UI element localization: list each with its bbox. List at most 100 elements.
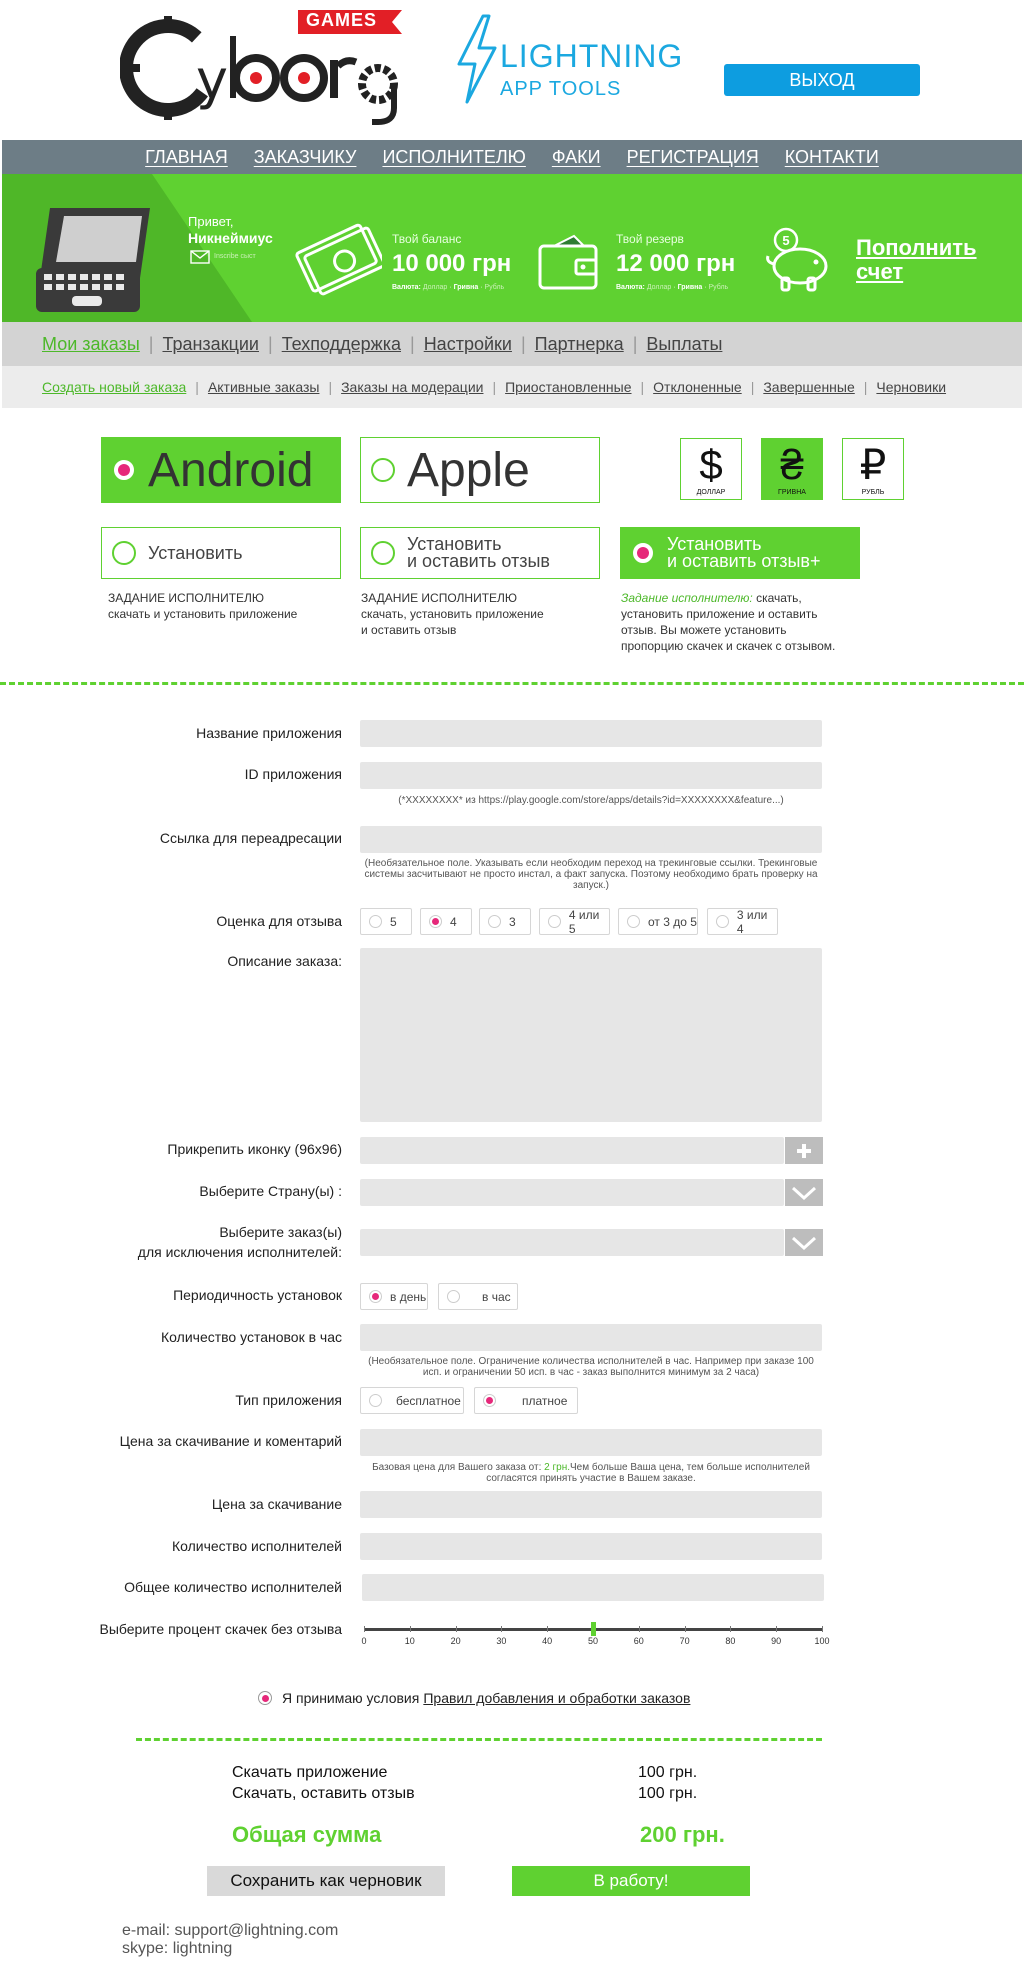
piggy-bank-icon: 5 xyxy=(766,227,828,292)
exclude-orders-dropdown-button[interactable] xyxy=(785,1229,823,1256)
subnav-active-orders[interactable]: Активные заказы xyxy=(208,379,320,395)
platform-android-option[interactable]: Android xyxy=(101,437,341,503)
submit-order-button[interactable]: В работу! xyxy=(512,1866,750,1896)
slider-tick-label: 40 xyxy=(542,1636,553,1646)
add-icon-button[interactable] xyxy=(785,1137,823,1164)
task-install-description: ЗАДАНИЕ ИСПОЛНИТЕЛЮ скачать и установить … xyxy=(108,591,298,621)
nav-item-faq[interactable]: ФАКИ xyxy=(552,147,601,168)
platform-apple-radio[interactable] xyxy=(371,458,395,482)
slider-tick-label: 100 xyxy=(814,1636,830,1646)
app-type-label: Тип приложения xyxy=(235,1392,342,1408)
country-dropdown-button[interactable] xyxy=(785,1179,823,1206)
nav-item-executor[interactable]: ИСПОЛНИТЕЛЮ xyxy=(382,147,525,168)
wallet-icon xyxy=(538,234,598,290)
slider-tick-label: 10 xyxy=(404,1636,415,1646)
subnav-completed[interactable]: Завершенные xyxy=(763,379,854,395)
nav-item-customer[interactable]: ЗАКАЗЧИКУ xyxy=(254,147,357,168)
nickname[interactable]: Никнеймиус xyxy=(188,230,273,246)
currency-dollar-option[interactable]: $ ДОЛЛАР xyxy=(680,438,742,500)
app-name-input[interactable] xyxy=(360,720,822,747)
rating-option-3[interactable]: 3 xyxy=(479,908,531,935)
app-name-label: Название приложения xyxy=(196,725,342,741)
chevron-down-icon xyxy=(791,1236,817,1250)
terms-text: Я принимаю условия xyxy=(282,1690,420,1706)
footer-skype[interactable]: skype: lightning xyxy=(122,1940,232,1958)
nav-item-registration[interactable]: РЕГИСТРАЦИЯ xyxy=(627,147,759,168)
subnav-settings[interactable]: Настройки xyxy=(424,334,512,355)
country-select[interactable] xyxy=(360,1179,784,1206)
executors-input[interactable] xyxy=(360,1533,822,1560)
subnav-support[interactable]: Техподдержка xyxy=(282,334,401,355)
svg-text:y: y xyxy=(196,48,228,111)
terms-link[interactable]: Правил добавления и обработки заказов xyxy=(423,1690,690,1706)
currency-hryvnia-option[interactable]: ₴ ГРИВНА xyxy=(761,438,823,500)
app-type-free-option[interactable]: бесплатное xyxy=(360,1387,464,1414)
currency-ruble-label: РУБЛЬ xyxy=(861,488,885,496)
rating-option-3-or-4[interactable]: 3 или 4 xyxy=(707,908,778,936)
app-type-paid-option[interactable]: платное xyxy=(474,1387,578,1414)
per-hour-input[interactable] xyxy=(360,1324,822,1351)
periodicity-per-hour-option[interactable]: в час xyxy=(438,1283,518,1310)
mail-icon[interactable] xyxy=(190,250,210,264)
platform-android-radio[interactable] xyxy=(112,458,136,482)
exclude-orders-select[interactable] xyxy=(360,1229,784,1256)
per-hour-note: (Необязательное поле. Ограничение количе… xyxy=(368,1356,814,1378)
laptop-icon xyxy=(36,208,150,312)
currency-ruble-option[interactable]: ₽ РУБЛЬ xyxy=(842,438,904,500)
redirect-note: (Необязательное поле. Указывать если нео… xyxy=(364,858,818,891)
subnav-my-orders[interactable]: Мои заказы xyxy=(42,334,140,355)
price-comment-label: Цена за скачивание и коментарий xyxy=(119,1433,342,1449)
slider-tick-mark xyxy=(364,1626,365,1632)
price-download-input[interactable] xyxy=(360,1491,822,1518)
task-install-review-plus-radio[interactable] xyxy=(631,541,655,565)
nav-item-contacts[interactable]: КОНТАКТИ xyxy=(785,147,879,168)
terms-radio[interactable] xyxy=(258,1691,272,1705)
icon-upload-input[interactable] xyxy=(360,1137,784,1164)
total-executors-input[interactable] xyxy=(362,1574,824,1601)
slider-tick-mark xyxy=(501,1626,503,1632)
task-install-review-option[interactable]: Установить и оставить отзыв xyxy=(360,527,600,579)
task-install-option[interactable]: Установить xyxy=(101,527,341,579)
subnav-paused[interactable]: Приостановленные xyxy=(505,379,631,395)
main-nav: ГЛАВНАЯ ЗАКАЗЧИКУ ИСПОЛНИТЕЛЮ ФАКИ РЕГИС… xyxy=(2,140,1022,174)
greeting-text: Привет, xyxy=(188,214,234,229)
subnav-moderation-orders[interactable]: Заказы на модерации xyxy=(341,379,483,395)
subnav-rejected[interactable]: Отклоненные xyxy=(653,379,742,395)
percent-slider-thumb[interactable] xyxy=(591,1622,596,1636)
nav-item-home[interactable]: ГЛАВНАЯ xyxy=(145,147,228,168)
rating-option-4-or-5[interactable]: 4 или 5 xyxy=(539,908,610,936)
task-install-radio[interactable] xyxy=(112,541,136,565)
subnav-transactions[interactable]: Транзакции xyxy=(162,334,259,355)
footer-email[interactable]: e-mail: support@lightning.com xyxy=(122,1922,338,1940)
currency-hryvnia-label: ГРИВНА xyxy=(778,488,806,496)
platform-apple-label: Apple xyxy=(407,443,530,497)
summary-download-value: 100 грн. xyxy=(638,1764,698,1781)
lightning-title: LIGHTNING xyxy=(500,38,684,74)
description-textarea[interactable] xyxy=(360,948,822,1122)
country-label: Выберите Страну(ы) : xyxy=(199,1183,342,1199)
logout-button[interactable]: ВЫХОД xyxy=(724,64,920,96)
redirect-input[interactable] xyxy=(360,826,822,853)
slider-tick-mark xyxy=(547,1626,549,1632)
topup-link[interactable]: Пополнить счет xyxy=(856,236,1006,284)
reserve-value: 12 000 грн xyxy=(616,250,736,277)
percent-label: Выберите процент скачек без отзыва xyxy=(99,1621,342,1637)
summary-review-value: 100 грн. xyxy=(638,1785,698,1802)
periodicity-per-day-option[interactable]: в день xyxy=(360,1283,428,1310)
price-note: Базовая цена для Вашего заказа от: 2 грн… xyxy=(372,1462,810,1484)
app-id-input[interactable] xyxy=(360,762,822,789)
save-draft-button[interactable]: Сохранить как черновик xyxy=(207,1866,445,1896)
price-comment-input[interactable] xyxy=(360,1429,822,1456)
task-install-review-plus-option[interactable]: Установить и оставить отзыв+ xyxy=(620,527,860,579)
subnav-partner[interactable]: Партнерка xyxy=(535,334,624,355)
subnav-payouts[interactable]: Выплаты xyxy=(646,334,722,355)
summary-download-label: Скачать приложение xyxy=(232,1764,388,1781)
task-install-review-radio[interactable] xyxy=(371,541,395,565)
rating-option-4[interactable]: 4 xyxy=(420,908,472,935)
platform-apple-option[interactable]: Apple xyxy=(360,437,600,503)
rating-option-5[interactable]: 5 xyxy=(360,908,412,935)
plus-icon xyxy=(797,1143,811,1158)
subnav-create-order[interactable]: Создать новый заказа xyxy=(42,379,186,395)
rating-option-3-to-5[interactable]: от 3 до 5 xyxy=(618,908,698,935)
subnav-drafts[interactable]: Черновики xyxy=(876,379,946,395)
